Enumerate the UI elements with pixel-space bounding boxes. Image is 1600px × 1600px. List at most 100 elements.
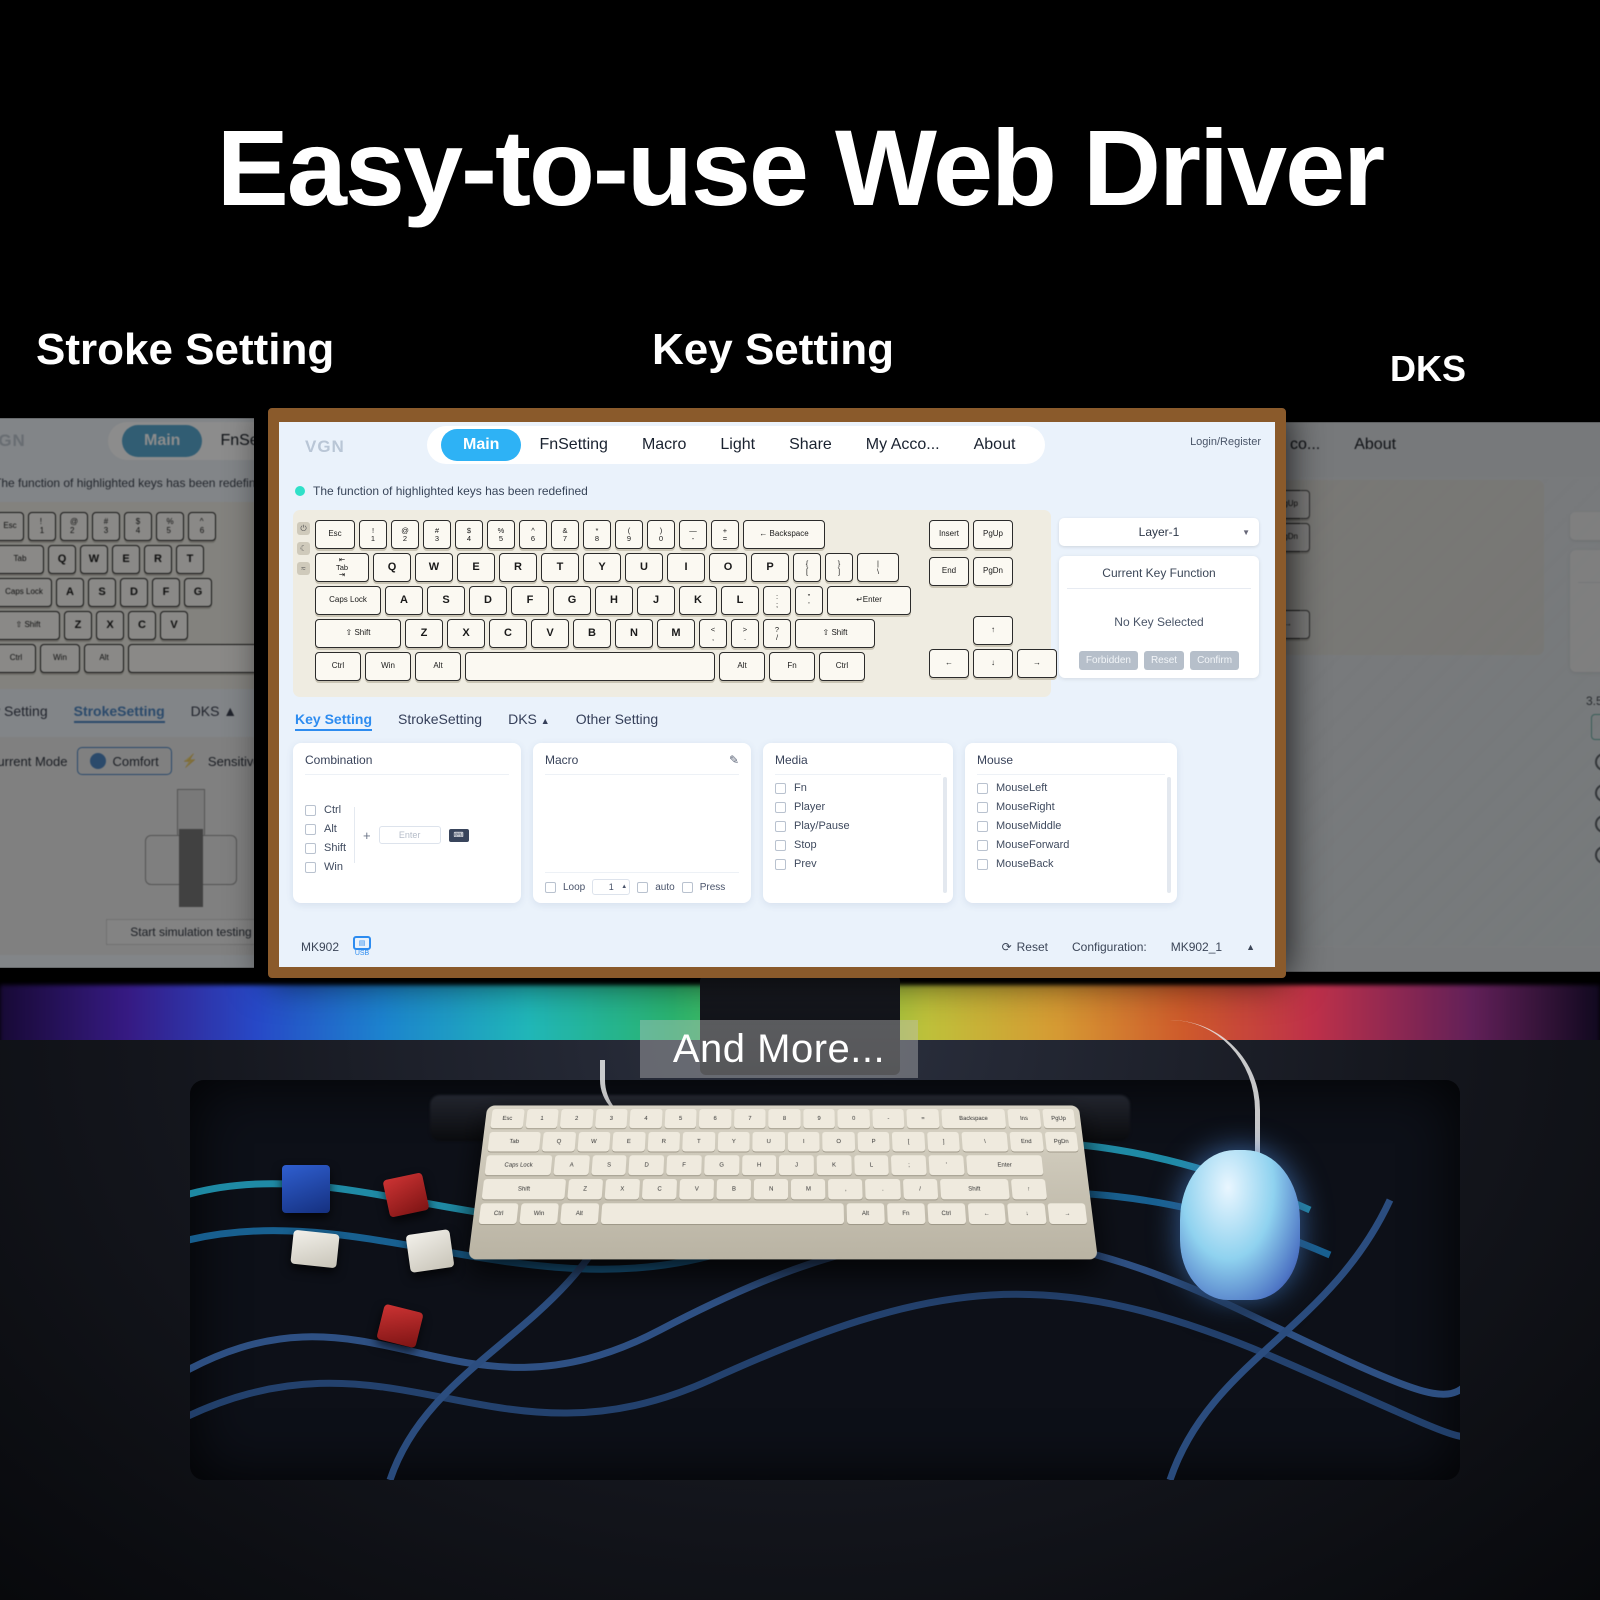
key-t[interactable]: T — [541, 553, 579, 582]
moon-icon[interactable]: ☾ — [297, 542, 310, 555]
key-insert[interactable]: Insert — [929, 520, 969, 549]
key-e[interactable]: E — [457, 553, 495, 582]
key-1[interactable]: ! 1 — [359, 520, 387, 549]
nav-item-main[interactable]: Main — [441, 429, 522, 461]
key-l[interactable]: L — [721, 586, 759, 615]
nav-item-fnsetting[interactable]: FnSetting — [523, 429, 623, 461]
checkbox-mouseright[interactable] — [977, 801, 988, 813]
key-alt-right[interactable]: Alt — [719, 652, 765, 681]
checkbox-row-mousemiddle[interactable]: MouseMiddle — [977, 820, 1165, 832]
start-simulation-button[interactable]: Start simulation testing — [106, 919, 254, 945]
subtab-dks[interactable]: DKS ▲ — [508, 711, 550, 731]
subtab-stroke-setting[interactable]: StrokeSetting — [73, 703, 165, 723]
key-enter[interactable]: ↵Enter — [827, 586, 911, 615]
key-bracket-right[interactable]: }] — [825, 553, 853, 582]
checkbox-prev[interactable] — [775, 858, 786, 870]
checkbox-row-ctrl[interactable]: Ctrl — [305, 804, 346, 816]
key-pgdn[interactable]: PgDn — [973, 557, 1013, 586]
key-space[interactable] — [465, 652, 715, 681]
key-w[interactable]: W — [415, 553, 453, 582]
checkbox-row-mouseright[interactable]: MouseRight — [977, 801, 1165, 813]
key-comma[interactable]: <, — [699, 619, 727, 648]
key-8[interactable]: * 8 — [583, 520, 611, 549]
layer-select[interactable]: Layer-1 ▼ — [1059, 518, 1259, 546]
key-bracket-left[interactable]: {[ — [793, 553, 821, 582]
checkbox-win[interactable] — [305, 861, 316, 873]
keyboard-icon[interactable]: ⌨ — [448, 828, 469, 842]
key-2[interactable]: @2 — [391, 520, 419, 549]
key-arrow-down[interactable]: ↓ — [973, 649, 1013, 678]
key-d[interactable]: D — [469, 586, 507, 615]
key-period[interactable]: >. — [731, 619, 759, 648]
key-arrow-left[interactable]: ← — [929, 649, 969, 678]
combination-entry-input[interactable]: Enter — [378, 826, 441, 844]
key-fn[interactable]: Fn — [769, 652, 815, 681]
checkbox-loop[interactable] — [545, 881, 556, 893]
power-icon[interactable]: ⏻ — [297, 522, 310, 535]
key-end[interactable]: End — [929, 557, 969, 586]
key-q[interactable]: Q — [373, 553, 411, 582]
pencil-icon[interactable]: ✎ — [729, 753, 739, 767]
key-k[interactable]: K — [679, 586, 717, 615]
checkbox-mouseforward[interactable] — [977, 839, 988, 851]
checkbox-row-player[interactable]: Player — [775, 801, 941, 813]
loop-count-stepper[interactable]: 1 ▲ — [592, 879, 631, 895]
checkbox-press[interactable] — [681, 881, 693, 893]
key-pgup[interactable]: PgUp — [973, 520, 1013, 549]
checkbox-play-pause[interactable] — [775, 820, 786, 832]
key-u[interactable]: U — [625, 553, 663, 582]
subtab-key-setting[interactable]: Key Setting — [0, 703, 48, 723]
confirm-button[interactable]: Confirm — [1190, 651, 1240, 670]
configuration-chevron-up-icon[interactable]: ▲ — [1246, 942, 1255, 952]
key-ctrl-right[interactable]: Ctrl — [819, 652, 865, 681]
subtab-key-setting[interactable]: Key Setting — [295, 711, 373, 731]
forbidden-button[interactable]: Forbidden — [1078, 651, 1138, 670]
checkbox-auto[interactable] — [637, 881, 649, 893]
nav-item-main[interactable]: Main — [122, 425, 203, 457]
nav-item-light[interactable]: Light — [704, 429, 771, 461]
nav-item-my-account[interactable]: My Acco... — [850, 429, 956, 461]
key-4[interactable]: $4 — [455, 520, 483, 549]
media-scrollbar[interactable] — [943, 777, 947, 893]
checkbox-mouseleft[interactable] — [977, 782, 988, 794]
nav-item-share[interactable]: Share — [773, 429, 848, 461]
key-esc[interactable]: Esc — [315, 520, 355, 549]
key-tab[interactable]: ⇤ Tab ⇥ — [315, 553, 369, 582]
checkbox-row-shift[interactable]: Shift — [305, 842, 346, 854]
subtab-stroke-setting[interactable]: StrokeSetting — [398, 711, 482, 731]
configuration-value[interactable]: MK902_1 — [1171, 940, 1222, 954]
key-arrow-right[interactable]: → — [1017, 649, 1057, 678]
key-5[interactable]: % 5 — [487, 520, 515, 549]
key-j[interactable]: J — [637, 586, 675, 615]
key-ctrl-left[interactable]: Ctrl — [315, 652, 361, 681]
key-9[interactable]: (9 — [615, 520, 643, 549]
key-s[interactable]: S — [427, 586, 465, 615]
checkbox-row-mouseleft[interactable]: MouseLeft — [977, 782, 1165, 794]
key-slash[interactable]: ? / — [763, 619, 791, 648]
key-caps-lock[interactable]: Caps Lock — [315, 586, 381, 615]
checkbox-row-mouseforward[interactable]: MouseForward — [977, 839, 1165, 851]
footer-reset-button[interactable]: ⟳ Reset — [1002, 940, 1048, 954]
key-semicolon[interactable]: :; — [763, 586, 791, 615]
key-a[interactable]: A — [385, 586, 423, 615]
checkbox-row-mouseback[interactable]: MouseBack — [977, 858, 1165, 870]
key-0[interactable]: ) 0 — [647, 520, 675, 549]
checkbox-alt[interactable] — [305, 823, 316, 835]
key-g[interactable]: G — [553, 586, 591, 615]
checkbox-row-prev[interactable]: Prev — [775, 858, 941, 870]
checkbox-ctrl[interactable] — [305, 804, 316, 816]
subtab-dks[interactable]: DKS ▲ — [191, 703, 238, 723]
checkbox-row-stop[interactable]: Stop — [775, 839, 941, 851]
key-minus[interactable]: — - — [679, 520, 707, 549]
checkbox-mousemiddle[interactable] — [977, 820, 988, 832]
key-b[interactable]: B — [573, 619, 611, 648]
key-6[interactable]: ^ 6 — [519, 520, 547, 549]
key-o[interactable]: O — [709, 553, 747, 582]
key-equals[interactable]: + = — [711, 520, 739, 549]
nav-item-about[interactable]: About — [958, 429, 1032, 461]
checkbox-row-alt[interactable]: Alt — [305, 823, 346, 835]
key-shift-right[interactable]: ⇧ Shift — [795, 619, 875, 648]
checkbox-fn[interactable] — [775, 782, 786, 794]
key-z[interactable]: Z — [405, 619, 443, 648]
checkbox-shift[interactable] — [305, 842, 316, 854]
